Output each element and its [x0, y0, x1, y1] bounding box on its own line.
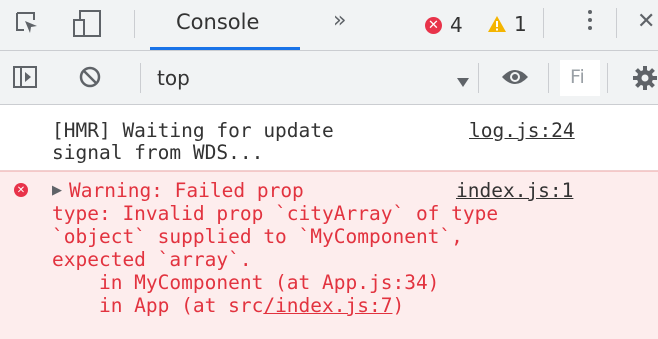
- warning-message-line: type: Invalid prop `cityArray` of type: [52, 202, 499, 225]
- warning-icon: [488, 16, 506, 32]
- device-toolbar-icon[interactable]: [70, 8, 110, 38]
- log-message-line: [HMR] Waiting for update: [52, 119, 334, 142]
- toolbar-divider: [543, 8, 544, 38]
- toolbar-divider: [134, 10, 135, 38]
- active-tab-indicator: [150, 47, 300, 50]
- warning-message-line: Warning: Failed prop: [69, 179, 304, 202]
- error-count: 4: [450, 13, 463, 37]
- stack-trace-text: in App (at src: [52, 294, 264, 317]
- filter-input[interactable]: Fi: [560, 60, 600, 96]
- warning-count: 1: [514, 12, 527, 36]
- error-icon: ✕: [425, 16, 442, 34]
- chevron-down-icon[interactable]: [457, 73, 469, 92]
- stack-trace-line: in App (at src/index.js:7): [52, 295, 404, 317]
- log-source-link[interactable]: log.js:24: [469, 120, 575, 142]
- show-sidebar-icon[interactable]: [12, 65, 38, 89]
- tab-console[interactable]: Console: [176, 10, 259, 34]
- live-expression-eye-icon[interactable]: [500, 66, 530, 88]
- error-icon: ✕: [14, 183, 28, 197]
- clear-console-icon[interactable]: [78, 65, 102, 89]
- warning-source-link[interactable]: index.js:1: [456, 180, 573, 202]
- toolbar-divider: [616, 8, 617, 38]
- toolbar-divider: [548, 63, 549, 93]
- stack-trace-line: in MyComponent (at App.js:34): [52, 271, 440, 294]
- stack-trace-link[interactable]: /index.js:7: [263, 294, 392, 317]
- more-options-icon[interactable]: [588, 10, 594, 36]
- error-counter[interactable]: ✕ 4: [425, 13, 463, 37]
- stack-trace-text: ): [392, 294, 405, 317]
- toolbar-divider: [140, 63, 141, 93]
- warning-counter[interactable]: 1: [487, 12, 527, 36]
- devtools-tab-bar: Console » ✕ 4 1 ✕: [0, 0, 658, 51]
- toolbar-divider: [478, 63, 479, 93]
- settings-gear-icon[interactable]: [632, 66, 658, 90]
- close-icon[interactable]: ✕: [637, 9, 655, 34]
- warning-message-line: expected `array`.: [52, 248, 252, 271]
- more-tabs-button[interactable]: »: [333, 8, 346, 33]
- console-message-warning: ✕ ▶ Warning: Failed prop index.js:1 type…: [0, 171, 658, 339]
- context-selector[interactable]: top: [157, 66, 190, 90]
- toolbar-divider: [607, 63, 608, 93]
- inspect-element-icon[interactable]: [14, 10, 40, 36]
- console-message-log: [HMR] Waiting for update log.js:24 signa…: [0, 105, 658, 171]
- filter-placeholder: Fi: [570, 66, 585, 88]
- warning-message-line: `object` supplied to `MyComponent`,: [52, 225, 463, 248]
- expand-arrow-icon[interactable]: ▶: [52, 183, 62, 198]
- log-message-line: signal from WDS...: [52, 141, 264, 164]
